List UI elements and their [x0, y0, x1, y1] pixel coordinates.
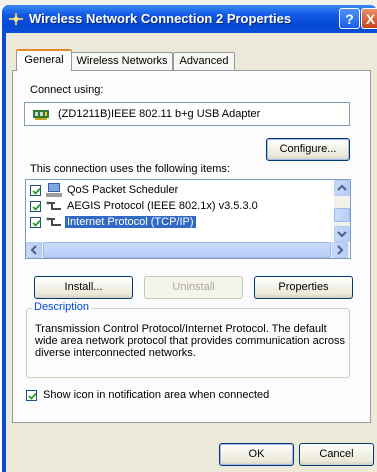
horizontal-scrollbar[interactable] — [26, 242, 350, 258]
horizontal-scroll-thumb[interactable] — [43, 242, 331, 258]
properties-button[interactable]: Properties — [254, 276, 353, 299]
vertical-scrollbar[interactable] — [334, 180, 350, 242]
tcpip-checkbox[interactable] — [30, 217, 41, 228]
uninstall-button[interactable]: Uninstall — [144, 276, 243, 299]
vertical-scroll-thumb[interactable] — [334, 208, 350, 222]
scroll-up-button[interactable] — [334, 180, 350, 196]
adapter-name: (ZD1211B)IEEE 802.11 b+g USB Adapter — [58, 108, 261, 120]
tab-general[interactable]: General — [16, 49, 72, 71]
close-button[interactable]: X — [361, 8, 377, 29]
list-item-aegis[interactable]: AEGIS Protocol (IEEE 802.1x) v3.5.3.0 — [30, 199, 330, 215]
configure-button[interactable]: Configure... — [266, 138, 350, 161]
aegis-checkbox[interactable] — [30, 201, 41, 212]
cancel-button[interactable]: Cancel — [299, 443, 374, 466]
show-icon-label: Show icon in notification area when conn… — [43, 389, 270, 401]
ok-button[interactable]: OK — [219, 443, 294, 466]
network-protocol-icon — [46, 201, 61, 210]
connect-using-label: Connect using: — [30, 84, 104, 96]
list-item-label: Internet Protocol (TCP/IP) — [65, 216, 196, 228]
description-text: Transmission Control Protocol/Internet P… — [35, 323, 345, 359]
adapter-icon — [33, 110, 49, 120]
scroll-down-button[interactable] — [334, 226, 350, 242]
scheduler-icon — [46, 183, 62, 197]
components-list[interactable]: QoS Packet Scheduler AEGIS Protocol (IEE… — [25, 179, 351, 259]
window-title: Wireless Network Connection 2 Properties — [29, 11, 292, 26]
list-item-label: AEGIS Protocol (IEEE 802.1x) v3.5.3.0 — [67, 200, 258, 212]
network-connection-icon — [9, 13, 23, 25]
list-item-qos[interactable]: QoS Packet Scheduler — [30, 183, 330, 199]
install-button[interactable]: Install... — [34, 276, 133, 299]
network-protocol-icon — [46, 217, 61, 226]
qos-checkbox[interactable] — [30, 185, 41, 196]
properties-dialog: Wireless Network Connection 2 Properties… — [2, 5, 377, 472]
scroll-right-button[interactable] — [332, 242, 348, 258]
list-item-tcpip[interactable]: Internet Protocol (TCP/IP) — [30, 215, 330, 231]
adapter-field: (ZD1211B)IEEE 802.11 b+g USB Adapter — [24, 102, 350, 126]
scroll-left-button[interactable] — [26, 242, 42, 258]
tab-advanced[interactable]: Advanced — [173, 52, 235, 70]
help-button[interactable]: ? — [339, 8, 360, 29]
tab-wireless-networks[interactable]: Wireless Networks — [71, 52, 173, 70]
show-icon-checkbox[interactable] — [26, 390, 37, 401]
description-title: Description — [32, 301, 92, 313]
title-bar[interactable]: Wireless Network Connection 2 Properties… — [2, 5, 377, 33]
items-label: This connection uses the following items… — [30, 163, 230, 175]
list-item-label: QoS Packet Scheduler — [67, 184, 179, 196]
